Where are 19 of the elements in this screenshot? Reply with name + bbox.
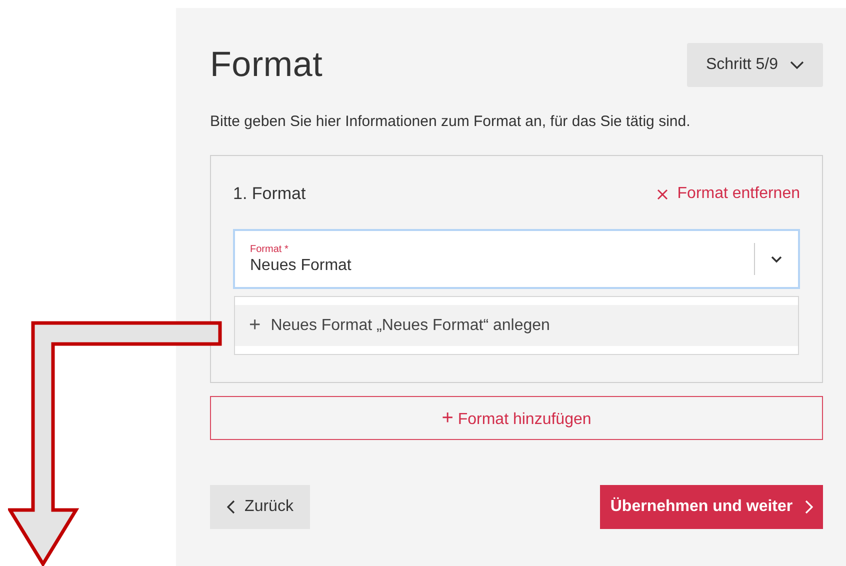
- plus-icon: +: [249, 314, 261, 337]
- step-dropdown-button[interactable]: Schritt 5/9: [687, 43, 823, 87]
- back-button[interactable]: Zurück: [210, 485, 310, 529]
- field-value: Neues Format: [250, 256, 352, 274]
- add-format-button[interactable]: + Format hinzufügen: [210, 396, 823, 440]
- chevron-down-icon: [790, 61, 804, 69]
- dropdown-option[interactable]: + Neues Format „Neues Format“ anlegen: [235, 305, 798, 346]
- description-text: Bitte geben Sie hier Informationen zum Format an, für das Sie tätig sind.: [210, 113, 692, 130]
- field-label: Format *: [250, 244, 290, 254]
- option-label: Neues Format „Neues Format“ anlegen: [270, 316, 550, 334]
- remove-format-link[interactable]: Format entfernen: [657, 185, 800, 203]
- format-heading: 1. Format: [233, 184, 306, 204]
- page-title: Format: [210, 45, 323, 85]
- close-icon: [657, 188, 668, 200]
- chevron-right-icon: [804, 500, 813, 514]
- chevron-left-icon: [226, 500, 235, 514]
- chevron-down-icon: [771, 256, 782, 262]
- next-button[interactable]: Übernehmen und weiter: [600, 485, 823, 529]
- format-select-field[interactable]: Format * Neues Format: [233, 229, 800, 289]
